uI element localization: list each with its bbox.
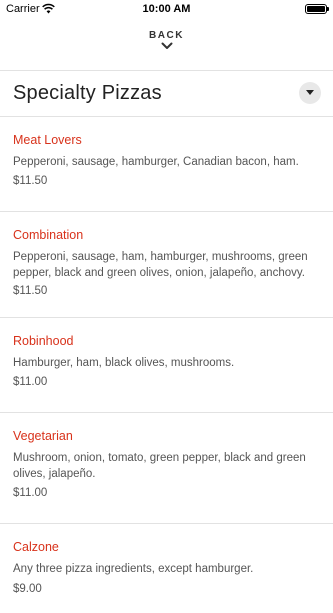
menu-item[interactable]: Vegetarian Mushroom, onion, tomato, gree… xyxy=(0,412,333,523)
back-label: BACK xyxy=(149,30,184,41)
clock: 10:00 AM xyxy=(142,3,191,15)
collapse-toggle-button[interactable] xyxy=(299,82,321,104)
item-name: Robinhood xyxy=(13,334,74,348)
menu-item[interactable]: Combination Pepperoni, sausage, ham, ham… xyxy=(0,211,333,317)
menu-item[interactable]: Meat Lovers Pepperoni, sausage, hamburge… xyxy=(0,116,333,206)
section-header: Specialty Pizzas xyxy=(0,72,333,116)
back-button[interactable]: BACK xyxy=(0,30,333,62)
item-description: Pepperoni, sausage, hamburger, Canadian … xyxy=(13,156,299,168)
item-name: Vegetarian xyxy=(13,429,73,443)
item-description: Hamburger, ham, black olives, mushrooms. xyxy=(13,357,235,369)
item-name: Calzone xyxy=(13,540,59,554)
status-bar: Carrier 10:00 AM xyxy=(0,0,333,18)
item-price: $11.00 xyxy=(13,376,48,388)
item-price: $11.50 xyxy=(13,285,48,297)
header-divider xyxy=(0,70,333,71)
menu-item[interactable]: Robinhood Hamburger, ham, black olives, … xyxy=(0,317,333,412)
item-price: $11.50 xyxy=(13,175,48,187)
item-price: $11.00 xyxy=(13,487,48,499)
item-name: Combination xyxy=(13,228,84,242)
battery-icon xyxy=(305,4,329,14)
item-description: Mushroom, onion, tomato, green pepper, b… xyxy=(13,452,306,480)
item-description: Pepperoni, sausage, ham, hamburger, mush… xyxy=(13,251,308,279)
item-name: Meat Lovers xyxy=(13,133,82,147)
menu-item[interactable]: Calzone Any three pizza ingredients, exc… xyxy=(0,523,333,613)
item-price: $9.00 xyxy=(13,583,42,595)
chevron-down-icon xyxy=(161,42,172,49)
caret-down-icon xyxy=(306,90,314,95)
section-title: Specialty Pizzas xyxy=(13,82,162,104)
item-description: Any three pizza ingredients, except hamb… xyxy=(13,563,254,575)
